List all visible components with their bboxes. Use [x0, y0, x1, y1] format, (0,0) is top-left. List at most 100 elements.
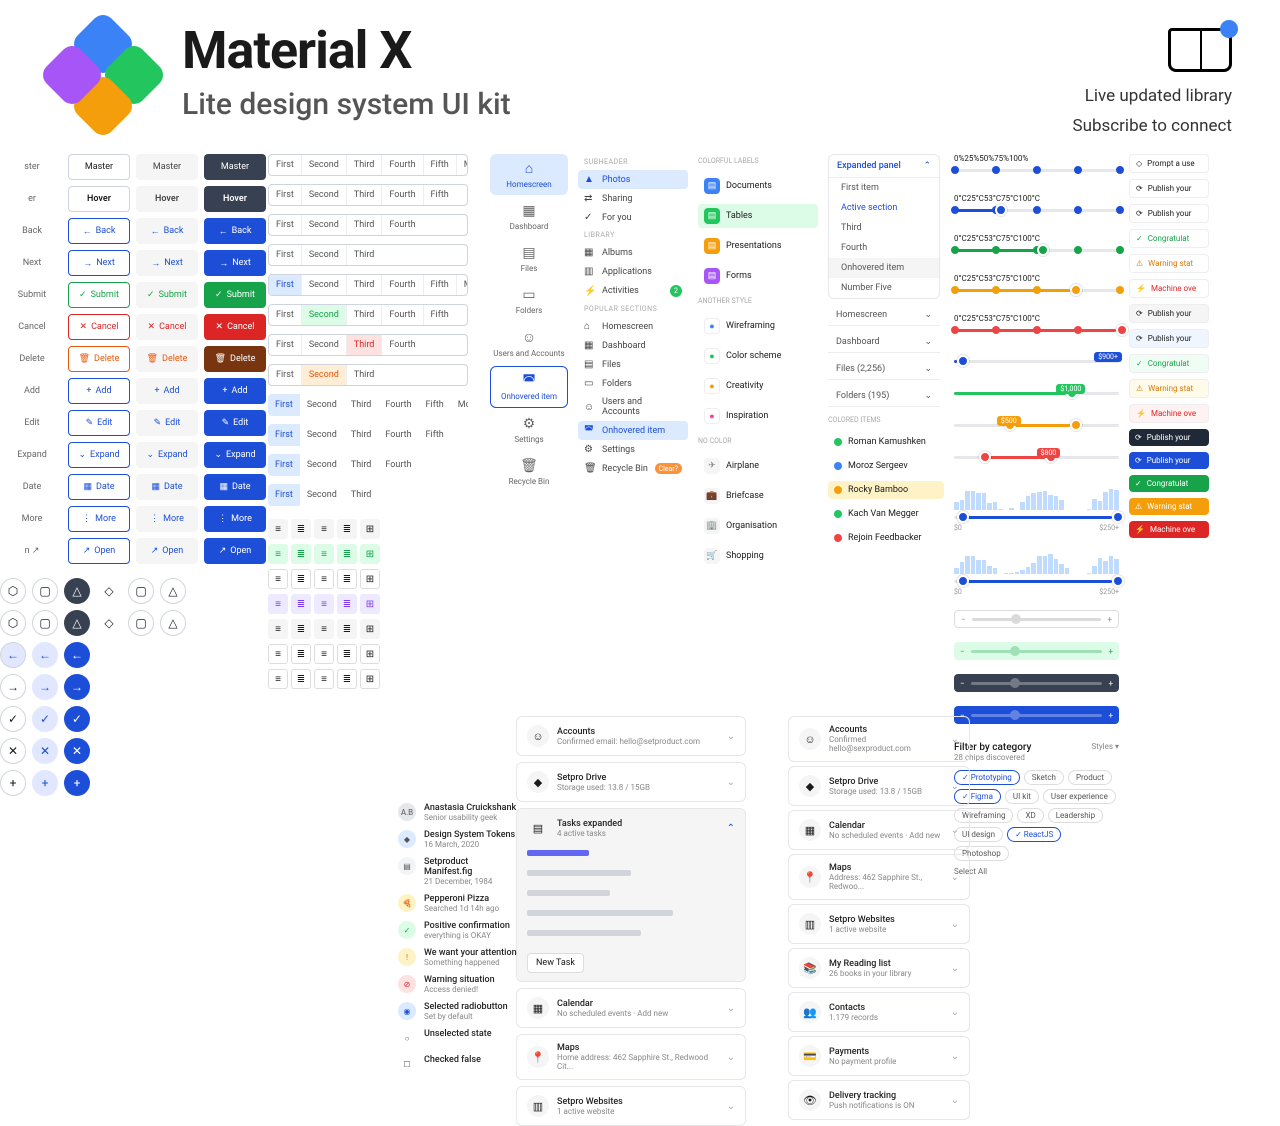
segment[interactable]: Third: [344, 394, 379, 416]
segment[interactable]: First: [268, 394, 300, 416]
icon-button[interactable]: ▢: [128, 578, 154, 604]
status-pill[interactable]: ⟳Publish your: [1129, 204, 1209, 223]
segment[interactable]: Second: [300, 424, 344, 446]
segment[interactable]: First: [269, 215, 302, 235]
toolbar-btn[interactable]: ≡: [314, 619, 334, 639]
toolbar-btn[interactable]: ⊞: [360, 644, 380, 664]
filter-chip[interactable]: Product: [1068, 770, 1112, 785]
expandable-card[interactable]: ▥Setpro Websites1 active website⌄: [516, 1086, 746, 1126]
segment[interactable]: First: [269, 275, 302, 295]
dropdown-row[interactable]: Folders (195)⌄: [828, 386, 940, 407]
icon-button[interactable]: ✕: [64, 738, 90, 764]
segment[interactable]: More ⋯: [451, 394, 468, 416]
toolbar-btn[interactable]: ≣: [337, 669, 357, 689]
filter-chip[interactable]: User experience: [1043, 789, 1116, 804]
rich-slider[interactable]: −+: [954, 642, 1119, 660]
person-item[interactable]: Roman Kamushken: [828, 433, 944, 451]
segmented-control[interactable]: FirstSecondThird: [268, 364, 468, 386]
more-button[interactable]: ⋮More: [136, 506, 198, 532]
filter-chip[interactable]: XD: [1017, 808, 1043, 823]
delete-button[interactable]: 🗑Delete: [136, 346, 198, 372]
submit-button[interactable]: ✓Submit: [136, 282, 198, 308]
date-button[interactable]: ▦Date: [204, 474, 266, 500]
panel-item[interactable]: Fourth: [829, 238, 939, 258]
segment[interactable]: Fourth: [382, 335, 422, 355]
toolbar-btn[interactable]: ≣: [337, 594, 357, 614]
segmented-control[interactable]: FirstSecondThirdFourthFifthMore ⋯: [268, 394, 468, 416]
segment[interactable]: First: [269, 245, 302, 265]
sort-dropdown[interactable]: Styles ▾: [1092, 742, 1119, 762]
toolbar-btn[interactable]: ≡: [314, 569, 334, 589]
slider[interactable]: [954, 510, 1119, 524]
histogram-slider[interactable]: $0$250+: [954, 482, 1119, 532]
expand-button[interactable]: ⌄Expand: [68, 442, 130, 468]
segment[interactable]: First: [269, 335, 302, 355]
nav-files[interactable]: ▤Files: [490, 239, 568, 279]
open-button[interactable]: ↗Open: [68, 538, 130, 564]
list-item[interactable]: ☐Checked false: [398, 1052, 518, 1076]
toolbar-btn[interactable]: ≡: [314, 669, 334, 689]
date-button[interactable]: ▦Date: [136, 474, 198, 500]
toolbar-btn[interactable]: ≡: [314, 644, 334, 664]
toolbar-btn[interactable]: ≣: [291, 544, 311, 564]
segment[interactable]: Third: [344, 484, 379, 506]
status-pill[interactable]: ⚠Warning stat: [1129, 254, 1209, 273]
hover-button[interactable]: Hover: [136, 186, 198, 212]
toolbar-btn[interactable]: ≡: [268, 544, 288, 564]
icon-button[interactable]: +: [32, 770, 58, 796]
segment[interactable]: Fifth: [424, 185, 456, 205]
toolbar-btn[interactable]: ≣: [291, 519, 311, 539]
slider[interactable]: [954, 574, 1119, 588]
expandable-card[interactable]: 👁Delivery trackingPush notifications is …: [788, 1080, 970, 1120]
menu-item[interactable]: ▭Folders: [578, 374, 688, 393]
toolbar-btn[interactable]: ≣: [291, 594, 311, 614]
segment[interactable]: Third: [344, 454, 379, 476]
toolbar-btn[interactable]: ⊞: [360, 594, 380, 614]
icon-button[interactable]: ⬡: [0, 610, 26, 636]
icon-button[interactable]: ✓: [32, 706, 58, 732]
status-pill[interactable]: ⚡Machine ove: [1129, 279, 1209, 298]
status-pill[interactable]: ⚠Warning stat: [1129, 498, 1209, 515]
label-item[interactable]: ●Color scheme: [698, 344, 818, 368]
submit-button[interactable]: ✓Submit: [68, 282, 130, 308]
icon-button[interactable]: →: [64, 674, 90, 700]
segment[interactable]: Fourth: [382, 155, 423, 175]
label-item[interactable]: ▤Tables: [698, 204, 818, 228]
panel-item[interactable]: First item: [829, 178, 939, 198]
list-item[interactable]: ⊘Warning situationAccess denied!: [398, 972, 518, 997]
list-item[interactable]: 🍕Pepperoni PizzaSearched 1d 14h ago: [398, 891, 518, 916]
nav-settings[interactable]: ⚙Settings: [490, 410, 568, 450]
segment[interactable]: Third: [347, 185, 383, 205]
segment[interactable]: Second: [302, 185, 347, 205]
menu-item[interactable]: ◚Onhovered item: [578, 421, 688, 440]
filter-chip[interactable]: ReactJS: [1007, 827, 1061, 842]
menu-item[interactable]: ☺Users and Accounts: [578, 393, 688, 421]
segment[interactable]: Fifth: [419, 394, 451, 416]
menu-item[interactable]: ⌂Homescreen: [578, 317, 688, 336]
expandable-card[interactable]: ▤Tasks expanded4 active tasks⌃ New Task: [516, 808, 746, 982]
toolbar-btn[interactable]: ≡: [268, 619, 288, 639]
back-button[interactable]: ←Back: [204, 218, 266, 244]
list-item[interactable]: ○Unselected state: [398, 1026, 518, 1050]
toolbar-btn[interactable]: ≣: [291, 644, 311, 664]
menu-item[interactable]: ✓For you: [578, 208, 688, 227]
nav-users-and-accounts[interactable]: ☺Users and Accounts: [490, 323, 568, 364]
segment[interactable]: Fourth: [378, 424, 418, 446]
filter-chip[interactable]: UI kit: [1005, 789, 1039, 804]
status-pill[interactable]: ✓Congratulat: [1129, 229, 1209, 248]
panel-item[interactable]: Active section: [829, 198, 939, 218]
icon-button[interactable]: →: [0, 674, 26, 700]
panel-header[interactable]: Expanded panel⌃: [829, 155, 939, 178]
slider[interactable]: [954, 203, 1119, 217]
new-task-button[interactable]: New Task: [527, 953, 584, 973]
toolbar-btn[interactable]: ≣: [337, 569, 357, 589]
status-pill[interactable]: ⟳Publish your: [1129, 429, 1209, 446]
slider[interactable]: [954, 323, 1119, 337]
filter-chip[interactable]: Sketch: [1024, 770, 1064, 785]
delete-button[interactable]: 🗑Delete: [68, 346, 130, 372]
slider[interactable]: [954, 243, 1119, 257]
person-item[interactable]: Kach Van Megger: [828, 505, 944, 523]
icon-button[interactable]: ✓: [0, 706, 26, 732]
rich-slider[interactable]: −+: [954, 674, 1119, 692]
label-item[interactable]: ●Creativity: [698, 374, 818, 398]
